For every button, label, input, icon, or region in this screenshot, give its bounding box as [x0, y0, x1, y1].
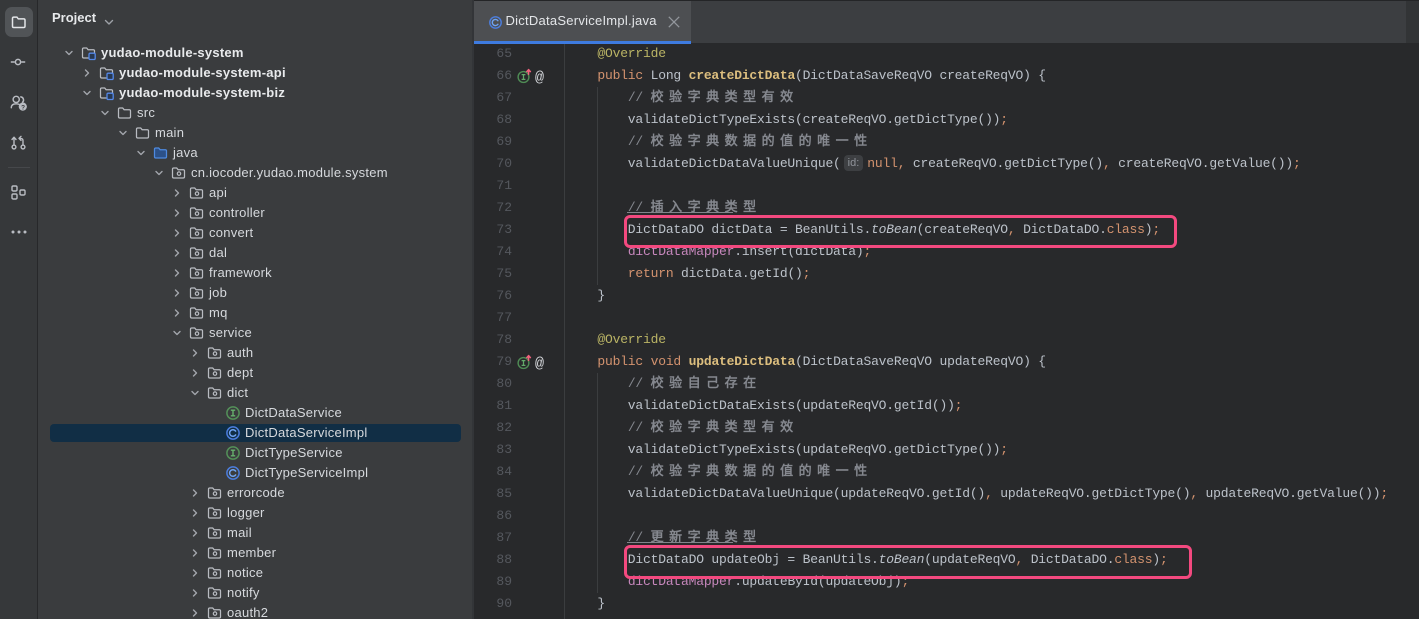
svg-text:?: ?	[21, 104, 25, 111]
svg-text:@: @	[535, 70, 544, 86]
svg-text:@: @	[535, 356, 544, 372]
